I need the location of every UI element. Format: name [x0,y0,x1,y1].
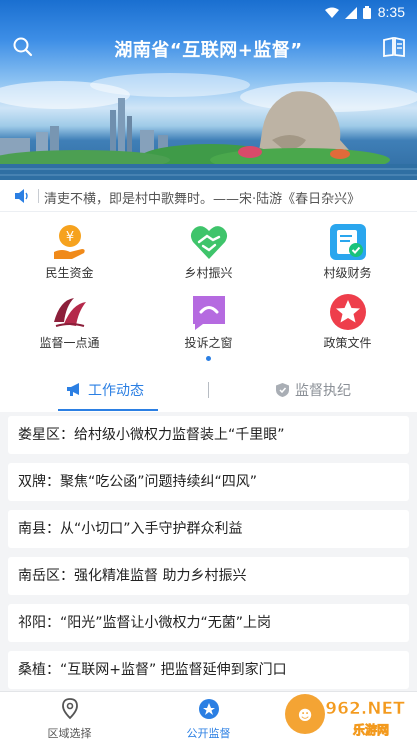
grid-item-label: 村级财务 [323,266,372,280]
grid-item-label: 监督一点通 [39,336,100,350]
status-bar: 8:35 [0,0,417,26]
tab-work-updates[interactable]: 工作动态 [66,368,144,412]
logo-icon [53,298,86,327]
tab-label: 监督执纪 [295,383,351,399]
location-pin-icon [61,698,78,720]
grid-item-policy-documents[interactable]: 政策文件 [278,286,417,356]
nav-label: 区域选择 [47,727,92,740]
grid-item-supervision-app[interactable]: 监督一点通 [0,286,139,356]
status-icons [325,6,371,19]
news-item[interactable]: 南岳区：强化精准监督 助力乡村振兴 [8,557,409,595]
grid-item-complaint-window[interactable]: 投诉之窗 [139,286,278,356]
announcement-marquee[interactable]: 清吏不横，即是村中歌舞时。——宋·陆游《春日杂兴》 [0,180,417,212]
page-title: 湖南省“互联网+监督” [114,40,303,61]
svg-text:¥: ¥ [65,230,73,245]
marquee-text: 清吏不横，即是村中歌舞时。——宋·陆游《春日杂兴》 [44,192,361,207]
news-item[interactable]: 南县：从“小切口”入手守护群众利益 [8,510,409,548]
feature-grid: ¥ 民生资金 乡村振兴 村级财务 监督一点通 投诉之窗 政策文件 [0,212,417,368]
wifi-icon [325,7,339,18]
megaphone-icon [67,383,79,396]
news-item[interactable]: 桑植：“互联网+监督” 把监督延伸到家门口 [8,651,409,689]
header-banner: 8:35 湖南省“互联网+监督” [0,0,417,180]
news-item[interactable]: 祁阳：“阳光”监督让小微权力“无菌”上岗 [8,604,409,642]
grid-item-label: 政策文件 [323,336,372,350]
grid-item-rural-revitalization[interactable]: 乡村振兴 [139,216,278,286]
nav-label: 公开监督 [186,727,231,740]
status-time: 8:35 [377,4,405,20]
battery-icon [363,6,371,19]
news-item[interactable]: 娄星区：给村级小微权力监督装上“千里眼” [8,416,409,454]
tab-bar: 工作动态 监督执纪 [0,368,417,412]
news-item[interactable]: 双牌：聚焦“吃公函”问题持续纠“四风” [8,463,409,501]
tab-divider [208,382,209,398]
svg-text:乐游网: 乐游网 [353,722,389,737]
svg-text:☻: ☻ [298,708,313,724]
tab-label: 工作动态 [88,383,144,399]
svg-text:962.NET: 962.NET [325,699,405,719]
grid-item-village-finance[interactable]: 村级财务 [278,216,417,286]
signal-icon [345,6,357,19]
book-icon[interactable] [383,37,405,57]
city-skyline-illustration [0,91,417,180]
page-indicator-dot [206,356,211,361]
yuan-hand-icon: ¥ [53,225,85,259]
grid-item-label: 投诉之窗 [184,336,233,350]
speaker-icon [15,189,28,203]
ledger-check-icon [329,224,366,260]
nav-region-select[interactable]: 区域选择 [0,692,139,741]
chat-icon [192,296,225,330]
site-watermark: ☻ 962.NET 乐游网 [285,694,405,737]
grid-item-label: 乡村振兴 [184,266,233,280]
title-bar: 湖南省“互联网+监督” [0,30,417,64]
nav-public-supervision[interactable]: 公开监督 [139,692,278,741]
marquee-divider [38,189,39,203]
active-tab-underline [58,409,158,411]
grid-item-label: 民生资金 [45,266,94,280]
shield-icon [276,383,289,397]
emblem-icon [198,699,219,719]
grid-item-livelihood-funds[interactable]: ¥ 民生资金 [0,216,139,286]
handshake-heart-icon [190,226,227,259]
star-icon [329,294,366,330]
tab-discipline-enforcement[interactable]: 监督执纪 [276,368,351,412]
app-screen: 8:35 湖南省“互联网+监督” 清吏不横，即是村中歌舞时。——宋·陆游《春日杂… [0,0,417,741]
